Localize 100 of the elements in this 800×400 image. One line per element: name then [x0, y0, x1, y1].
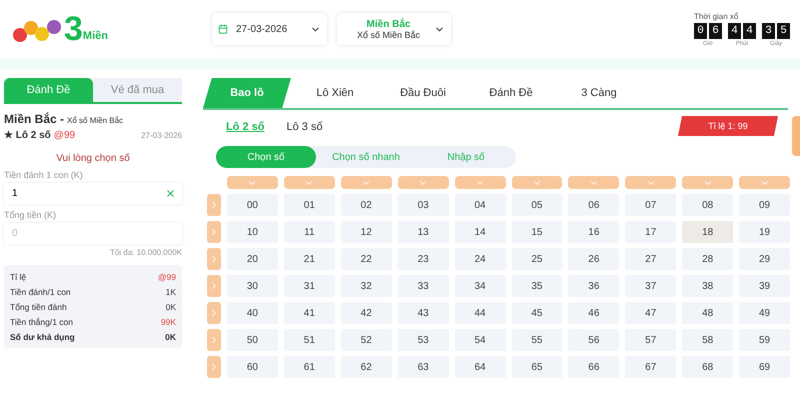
- number-cell[interactable]: 40: [227, 302, 278, 324]
- game-tab[interactable]: Đánh Đề: [467, 78, 555, 108]
- number-cell[interactable]: 02: [340, 194, 392, 216]
- number-cell[interactable]: 41: [284, 302, 335, 324]
- column-select-button[interactable]: [340, 176, 392, 189]
- number-cell[interactable]: 43: [398, 302, 449, 324]
- number-cell[interactable]: 16: [568, 221, 620, 243]
- column-select-button[interactable]: [284, 176, 335, 189]
- number-cell[interactable]: 21: [284, 248, 335, 270]
- column-select-button[interactable]: [739, 176, 790, 189]
- number-cell[interactable]: 36: [568, 275, 620, 297]
- number-cell[interactable]: 66: [568, 356, 620, 378]
- number-cell[interactable]: 30: [227, 275, 278, 297]
- number-cell[interactable]: 34: [454, 275, 506, 297]
- row-select-button[interactable]: [207, 221, 221, 243]
- number-cell[interactable]: 44: [454, 302, 506, 324]
- row-select-button[interactable]: [207, 248, 221, 270]
- column-select-button[interactable]: [227, 176, 278, 189]
- row-select-button[interactable]: [207, 302, 221, 324]
- number-cell[interactable]: 22: [340, 248, 392, 270]
- column-select-button[interactable]: [512, 176, 562, 189]
- number-cell[interactable]: 20: [227, 248, 278, 270]
- number-cell[interactable]: 63: [398, 356, 449, 378]
- number-cell[interactable]: 25: [512, 248, 562, 270]
- number-cell[interactable]: 08: [682, 194, 734, 216]
- number-cell[interactable]: 23: [398, 248, 449, 270]
- number-cell[interactable]: 42: [340, 302, 392, 324]
- number-cell[interactable]: 50: [227, 329, 278, 351]
- number-cell[interactable]: 60: [227, 356, 278, 378]
- number-cell[interactable]: 05: [512, 194, 562, 216]
- game-tab[interactable]: 3 Càng: [555, 78, 643, 108]
- sub-tab[interactable]: Lô 3 số: [286, 121, 323, 133]
- number-cell[interactable]: 19: [739, 221, 790, 243]
- number-cell[interactable]: 38: [682, 275, 734, 297]
- number-cell[interactable]: 14: [454, 221, 506, 243]
- number-cell[interactable]: 10: [227, 221, 278, 243]
- number-cell[interactable]: 12: [340, 221, 392, 243]
- number-cell[interactable]: 03: [398, 194, 449, 216]
- column-select-button[interactable]: [398, 176, 449, 189]
- region-heading: Miền Bắc -: [4, 112, 64, 126]
- column-select-button[interactable]: [454, 176, 506, 189]
- side-tab[interactable]: [792, 116, 800, 156]
- number-cell[interactable]: 56: [568, 329, 620, 351]
- number-cell[interactable]: 65: [512, 356, 562, 378]
- row-select-button[interactable]: [207, 194, 221, 216]
- number-cell[interactable]: 59: [739, 329, 790, 351]
- number-cell[interactable]: 47: [625, 302, 676, 324]
- number-cell[interactable]: 32: [340, 275, 392, 297]
- number-cell[interactable]: 51: [284, 329, 335, 351]
- clear-icon[interactable]: [165, 188, 176, 199]
- number-cell[interactable]: 09: [739, 194, 790, 216]
- number-cell[interactable]: 45: [512, 302, 562, 324]
- number-cell[interactable]: 62: [340, 356, 392, 378]
- summary-value: @99: [158, 272, 176, 282]
- row-select-button[interactable]: [207, 329, 221, 351]
- row-select-button[interactable]: [207, 356, 221, 378]
- game-tab[interactable]: Lô Xiên: [291, 78, 379, 108]
- number-cell[interactable]: 29: [739, 248, 790, 270]
- number-cell[interactable]: 15: [512, 221, 562, 243]
- number-cell[interactable]: 53: [398, 329, 449, 351]
- date-picker[interactable]: 27-03-2026: [212, 13, 327, 45]
- stake-field[interactable]: 1: [10, 183, 165, 204]
- number-cell[interactable]: 35: [512, 275, 562, 297]
- number-cell[interactable]: 00: [227, 194, 278, 216]
- number-cell[interactable]: 46: [568, 302, 620, 324]
- region-select[interactable]: Miền Bắc Xổ số Miền Bắc: [337, 13, 451, 45]
- number-cell[interactable]: 31: [284, 275, 335, 297]
- number-cell[interactable]: 07: [625, 194, 676, 216]
- number-cell[interactable]: 64: [454, 356, 506, 378]
- number-cell[interactable]: 27: [625, 248, 676, 270]
- number-cell[interactable]: 11: [284, 221, 335, 243]
- number-cell[interactable]: 67: [625, 356, 676, 378]
- number-cell[interactable]: 61: [284, 356, 335, 378]
- number-cell[interactable]: 54: [454, 329, 506, 351]
- game-tab[interactable]: Đầu Đuôi: [379, 78, 467, 108]
- number-cell[interactable]: 39: [739, 275, 790, 297]
- number-cell[interactable]: 28: [682, 248, 734, 270]
- number-cell[interactable]: 57: [625, 329, 676, 351]
- column-select-button[interactable]: [568, 176, 620, 189]
- column-select-button[interactable]: [682, 176, 734, 189]
- number-cell[interactable]: 06: [568, 194, 620, 216]
- number-cell[interactable]: 55: [512, 329, 562, 351]
- number-cell[interactable]: 52: [340, 329, 392, 351]
- number-cell[interactable]: 24: [454, 248, 506, 270]
- number-cell[interactable]: 68: [682, 356, 734, 378]
- number-cell[interactable]: 48: [682, 302, 734, 324]
- total-field[interactable]: 0: [10, 223, 176, 244]
- number-cell[interactable]: 37: [625, 275, 676, 297]
- row-select-button[interactable]: [207, 275, 221, 297]
- number-cell[interactable]: 01: [284, 194, 335, 216]
- number-cell[interactable]: 33: [398, 275, 449, 297]
- number-cell[interactable]: 13: [398, 221, 449, 243]
- column-select-button[interactable]: [625, 176, 676, 189]
- number-cell[interactable]: 17: [625, 221, 676, 243]
- number-cell[interactable]: 58: [682, 329, 734, 351]
- number-cell[interactable]: 18: [682, 221, 734, 243]
- number-cell[interactable]: 04: [454, 194, 506, 216]
- number-cell[interactable]: 69: [739, 356, 790, 378]
- number-cell[interactable]: 49: [739, 302, 790, 324]
- number-cell[interactable]: 26: [568, 248, 620, 270]
